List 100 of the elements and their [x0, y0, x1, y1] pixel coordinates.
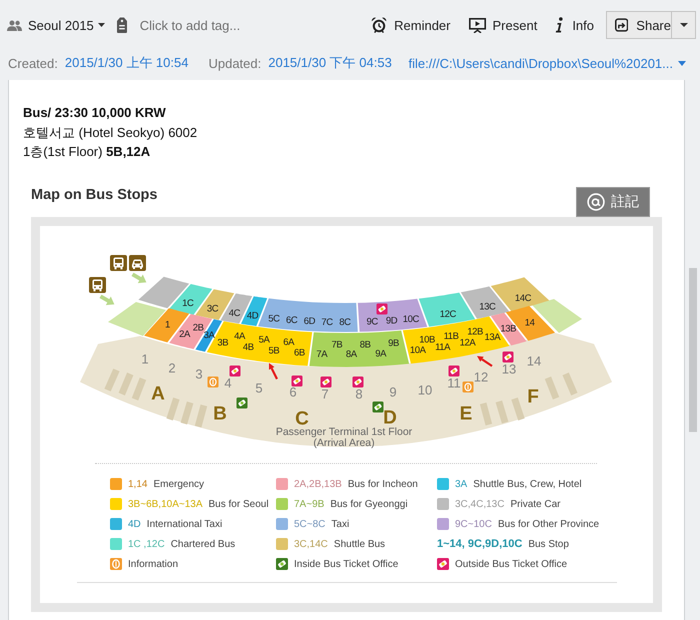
pavement-stripe — [104, 368, 120, 392]
zone-label: 4C — [228, 308, 240, 319]
pointer-arrow — [269, 363, 278, 380]
legend-code: 1~14, 9C,9D,10C — [437, 538, 522, 550]
legend-label: Bus for Gyeonggi — [330, 498, 408, 510]
ticket-icon — [276, 558, 288, 570]
zone-label: 12B — [467, 326, 483, 338]
legend-label: Private Car — [510, 498, 560, 510]
stop-number: 7 — [321, 386, 329, 402]
legend-code: 4D — [128, 518, 141, 530]
stop-number: 1 — [141, 352, 149, 366]
caret-icon — [680, 23, 688, 27]
legend-label: Chartered Bus — [170, 538, 236, 550]
ticket-icon — [236, 398, 248, 408]
pavement-stripe — [544, 376, 560, 400]
alarm-clock-icon — [371, 17, 388, 33]
information-icon — [462, 382, 474, 392]
zone-label: 4A — [234, 330, 245, 342]
gate-label: A — [151, 384, 165, 404]
created-date[interactable]: 2015/1/30 上午 10:54 — [64, 54, 188, 72]
annotate-button[interactable]: 註記 — [576, 187, 650, 217]
pavement-stripe — [132, 378, 146, 400]
gate-label: D — [383, 408, 397, 428]
legend-label: Bus Stop — [528, 538, 569, 550]
legend-code: 3C,4C,13C — [455, 498, 504, 510]
zone-label: 4B — [242, 342, 254, 353]
zone-label: 9C — [366, 316, 378, 328]
stop-number: 14 — [526, 354, 542, 368]
ticket-icon — [502, 352, 514, 362]
updated-label: Updated: — [208, 56, 262, 70]
bus-icon — [89, 277, 106, 293]
legend-label: Emergency — [153, 478, 204, 490]
map-caption: (Arrival Area) — [313, 437, 375, 449]
stop-number: 9 — [389, 384, 397, 400]
zone-label: 13C — [479, 302, 496, 313]
pavement-stripe — [496, 400, 508, 424]
zone-label: 14 — [524, 318, 534, 328]
ticket-icon — [437, 558, 449, 570]
section-title: Map on Bus Stops — [31, 186, 158, 204]
stop-number: 12 — [474, 370, 488, 384]
pavement-stripe — [511, 398, 525, 420]
zone-label: 13A — [484, 332, 500, 344]
info-icon — [555, 17, 564, 33]
legend-label: Shuttle Bus — [334, 538, 386, 550]
pavement-stripe — [180, 402, 194, 424]
pavement-stripe — [118, 372, 134, 396]
pavement-stripe — [480, 402, 492, 426]
ticket-icon — [448, 366, 460, 376]
tag-field[interactable]: Click to add tag... — [140, 18, 290, 32]
pavement-stripe — [194, 404, 208, 428]
share-menu-button[interactable] — [671, 11, 696, 39]
gate-label: B — [213, 404, 227, 424]
caret-icon[interactable] — [678, 60, 686, 66]
ticket-icon — [372, 402, 384, 412]
zone-label: 10C — [402, 314, 420, 325]
pointer-arrow — [477, 356, 493, 367]
legend-label: Shuttle Bus, Crew, Hotel — [473, 478, 582, 490]
legend-code: 3C,14C — [294, 538, 328, 550]
legend-label: Bus for Incheon — [348, 478, 418, 490]
stop-number: 5 — [255, 380, 263, 396]
zone-label: 6C — [286, 315, 298, 326]
legend-label: Bus for Other Province — [498, 518, 600, 530]
information-icon — [208, 376, 218, 388]
zone-label: 9B — [388, 338, 400, 349]
updated-date[interactable]: 2015/1/30 下午 04:53 — [268, 54, 392, 72]
zone-label: 8A — [346, 349, 357, 360]
tag-icon — [116, 17, 127, 33]
at-sign-icon — [587, 193, 605, 211]
legend-code: 3B~6B,10A~13A — [128, 498, 203, 510]
zone-label: 6D — [304, 316, 316, 328]
legend-label: Taxi — [331, 518, 350, 530]
info-button[interactable]: Info — [555, 17, 594, 33]
ticket-icon — [320, 376, 332, 388]
source-url-link[interactable]: file:///C:\Users\candi\Dropbox\Seoul%20201... — [408, 56, 673, 70]
share-icon — [615, 18, 628, 32]
note-text: Bus/ 23:30 10,000 KRW — [23, 104, 167, 122]
ticket-icon — [230, 366, 240, 376]
share-button[interactable]: Share — [606, 11, 671, 39]
zone-label: 1C — [182, 298, 194, 310]
note-text: 호텔서교 (Hotel Seokyo) 6002 — [23, 124, 198, 142]
notebook-dropdown[interactable]: Seoul 2015 — [7, 18, 105, 32]
stop-number: 2 — [168, 360, 176, 376]
stop-number: 13 — [502, 362, 516, 376]
direction-arrow — [132, 272, 146, 284]
legend-code: 9C~10C — [455, 518, 492, 530]
zone-label: 5B — [268, 345, 280, 356]
zone-label: 4D — [246, 310, 258, 322]
legend-code: 5C~8C — [294, 518, 326, 530]
legend-code: 2A,2B,13B — [294, 478, 342, 490]
ticket-icon — [352, 376, 364, 388]
scrollbar-thumb[interactable] — [689, 268, 697, 432]
zone-label: 7C — [321, 317, 333, 328]
reminder-button[interactable]: Reminder — [371, 17, 450, 33]
legend-label: Outside Bus Ticket Office — [455, 558, 568, 570]
stop-number: 6 — [289, 384, 297, 400]
zone-label: 7B — [331, 340, 342, 351]
zone-label: 12C — [440, 309, 456, 320]
present-button[interactable]: Present — [468, 18, 538, 32]
legend-label: Information — [128, 558, 178, 570]
zone-label: 6A — [283, 337, 294, 348]
